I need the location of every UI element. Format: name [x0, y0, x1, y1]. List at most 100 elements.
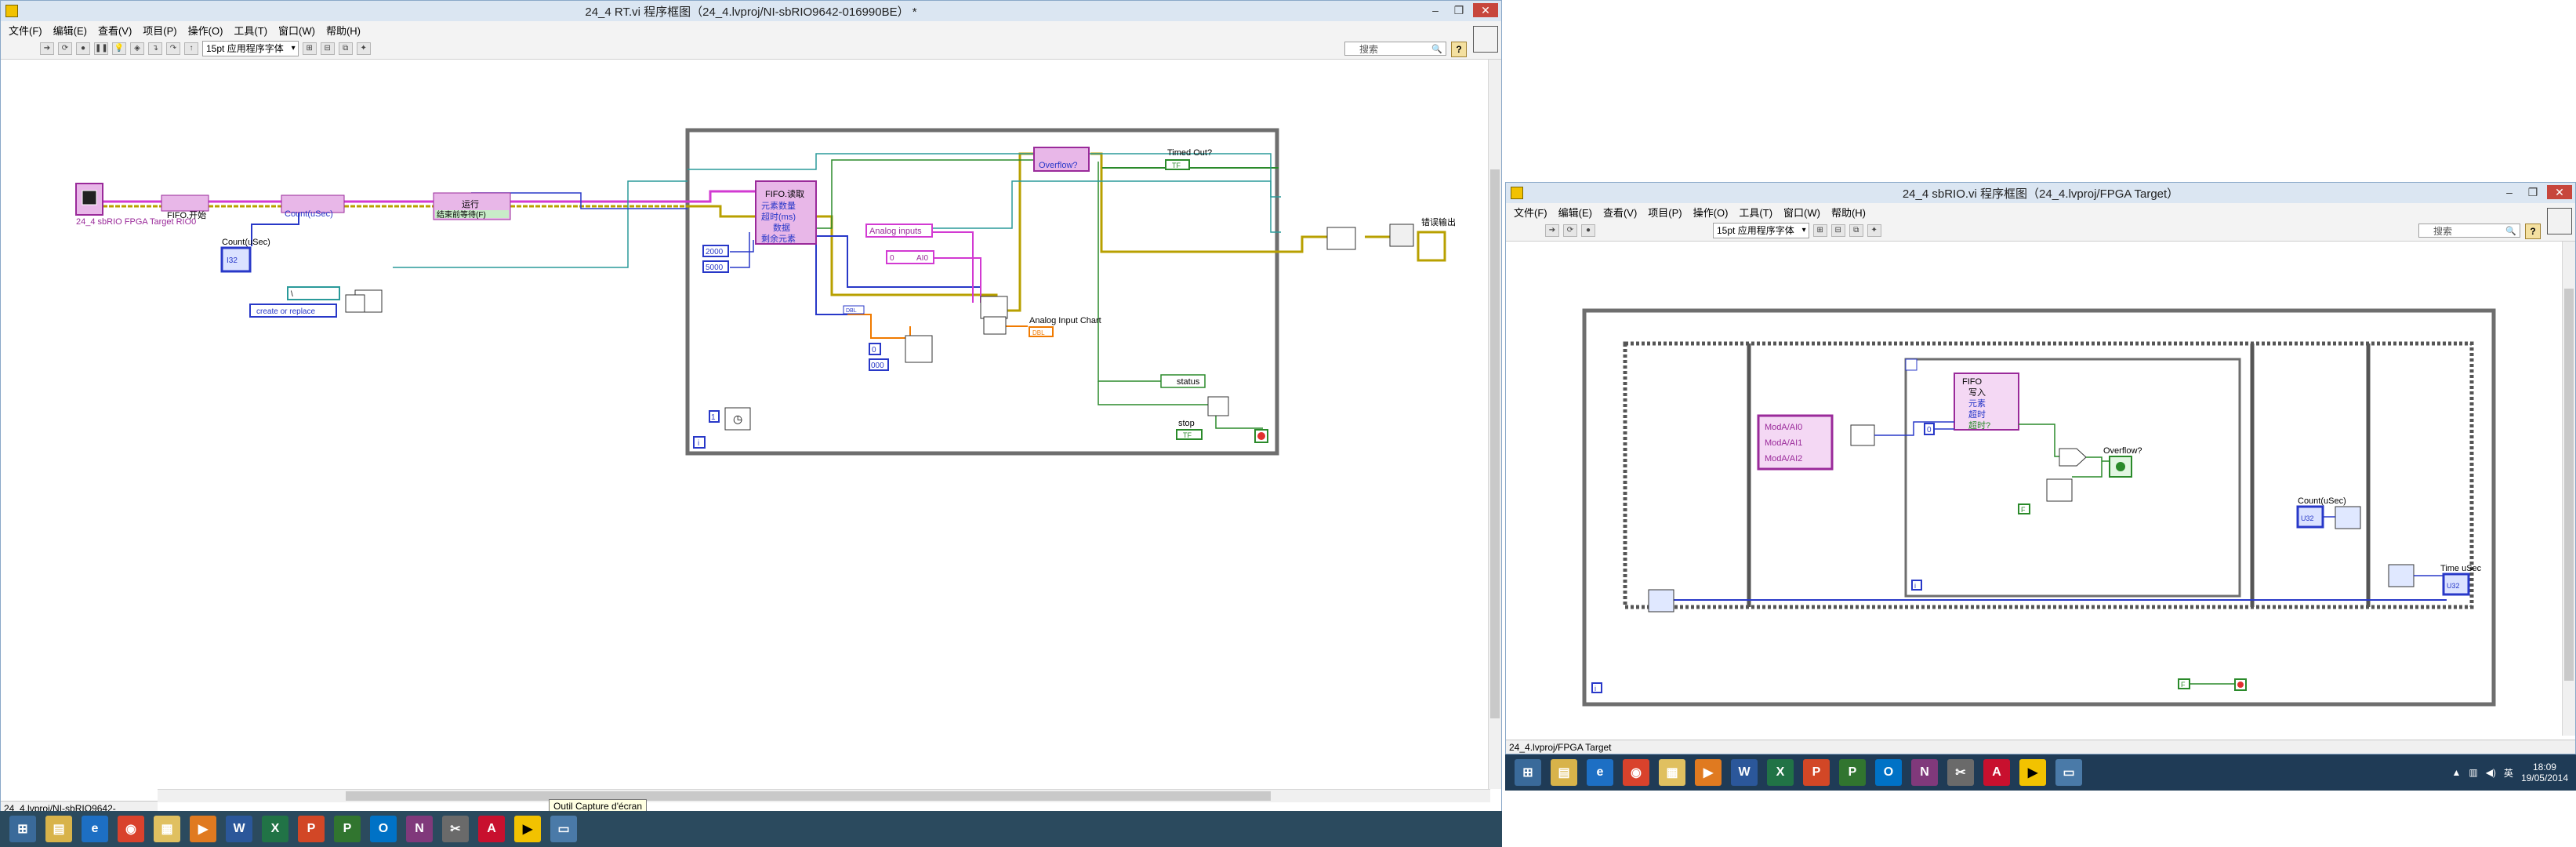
right-vscroll-thumb[interactable]	[2564, 289, 2574, 681]
start-button-icon[interactable]: ⊞	[1515, 759, 1541, 786]
distribute-objects-icon[interactable]: ⊟	[1830, 224, 1845, 237]
left-hscroll-thumb[interactable]	[346, 791, 1271, 801]
pause-icon[interactable]: ❚❚	[94, 42, 108, 55]
system-clock[interactable]: 18:09 19/05/2014	[2521, 762, 2568, 783]
search-input[interactable]: 搜索 🔍	[1344, 42, 1446, 56]
menu-tools[interactable]: 工具(T)	[234, 23, 267, 38]
left-block-diagram-window[interactable]: 24_4 RT.vi 程序框图（24_4.lvproj/NI-sbRIO9642…	[0, 0, 1502, 816]
project-icon[interactable]: P	[334, 816, 361, 842]
step-over-icon[interactable]: ↷	[166, 42, 180, 55]
align-objects-icon[interactable]: ⊞	[1812, 224, 1827, 237]
volume-icon[interactable]: ◀)	[2486, 767, 2496, 778]
align-objects-icon[interactable]: ⊞	[302, 42, 317, 55]
remote-desktop-icon[interactable]: ▭	[550, 816, 577, 842]
word-icon[interactable]: W	[226, 816, 252, 842]
search-icon[interactable]: 🔍	[1431, 42, 1442, 56]
run-continuous-icon[interactable]: ⟳	[1563, 224, 1577, 237]
start-button-icon[interactable]: ⊞	[9, 816, 36, 842]
network-icon[interactable]: ▥	[2469, 767, 2477, 778]
left-vscroll-thumb[interactable]	[1490, 169, 1500, 718]
left-horizontal-scrollbar[interactable]	[158, 789, 1490, 802]
acrobat-icon[interactable]: A	[478, 816, 505, 842]
media-player-icon[interactable]: ▶	[190, 816, 216, 842]
acrobat-icon[interactable]: A	[1983, 759, 2010, 786]
remote-desktop-icon[interactable]: ▭	[2055, 759, 2082, 786]
menu-tools[interactable]: 工具(T)	[1739, 205, 1772, 220]
chrome-icon[interactable]: ◉	[118, 816, 144, 842]
excel-icon[interactable]: X	[1767, 759, 1794, 786]
close-icon[interactable]: ✕	[1473, 3, 1498, 17]
font-select[interactable]: 15pt 应用程序字体	[202, 41, 299, 56]
menu-edit[interactable]: 编辑(E)	[1558, 205, 1592, 220]
chrome-icon[interactable]: ◉	[1623, 759, 1649, 786]
help-icon[interactable]: ?	[1451, 42, 1467, 57]
excel-icon[interactable]: X	[262, 816, 288, 842]
right-block-diagram-window[interactable]: 24_4 sbRIO.vi 程序框图（24_4.lvproj/FPGA Targ…	[1505, 182, 2576, 754]
project-icon[interactable]: P	[1839, 759, 1866, 786]
right-vertical-scrollbar[interactable]	[2562, 242, 2575, 736]
explorer-icon[interactable]: ▦	[154, 816, 180, 842]
snipping-tool-icon[interactable]: ✂	[442, 816, 469, 842]
distribute-objects-icon[interactable]: ⊟	[320, 42, 335, 55]
search-input[interactable]: 搜索 🔍	[2418, 224, 2520, 238]
left-title-bar[interactable]: 24_4 RT.vi 程序框图（24_4.lvproj/NI-sbRIO9642…	[1, 1, 1501, 22]
ie-icon[interactable]: e	[1587, 759, 1613, 786]
ie-icon[interactable]: e	[82, 816, 108, 842]
menu-help[interactable]: 帮助(H)	[1831, 205, 1866, 220]
explorer-icon[interactable]: ▦	[1659, 759, 1685, 786]
media-player-icon[interactable]: ▶	[1695, 759, 1722, 786]
restore-icon[interactable]: ❐	[2523, 185, 2542, 199]
abort-icon[interactable]: ●	[76, 42, 90, 55]
right-title-bar[interactable]: 24_4 sbRIO.vi 程序框图（24_4.lvproj/FPGA Targ…	[1506, 183, 2575, 204]
menu-project[interactable]: 项目(P)	[1648, 205, 1682, 220]
notification-arrow-icon[interactable]: ▲	[2451, 767, 2461, 778]
cleanup-diagram-icon[interactable]: ✦	[1867, 224, 1881, 237]
close-icon[interactable]: ✕	[2547, 185, 2572, 199]
abort-icon[interactable]: ●	[1581, 224, 1595, 237]
highlight-execution-icon[interactable]: 💡	[112, 42, 126, 55]
menu-view[interactable]: 查看(V)	[1603, 205, 1637, 220]
onenote-icon[interactable]: N	[1911, 759, 1938, 786]
onenote-icon[interactable]: N	[406, 816, 433, 842]
menu-operate[interactable]: 操作(O)	[188, 23, 223, 38]
minimize-icon[interactable]: –	[2500, 185, 2519, 199]
chart-dbl: DBL	[1032, 329, 1045, 336]
help-icon[interactable]: ?	[2525, 224, 2541, 239]
menu-file[interactable]: 文件(F)	[9, 23, 42, 38]
step-out-icon[interactable]: ↑	[184, 42, 198, 55]
powerpoint-icon[interactable]: P	[298, 816, 325, 842]
reorder-icon[interactable]: ⧉	[338, 42, 353, 55]
language-indicator[interactable]: 英	[2504, 766, 2513, 780]
run-arrow-icon[interactable]: ➔	[40, 42, 54, 55]
powerpoint-icon[interactable]: P	[1803, 759, 1830, 786]
vi-icon[interactable]	[1473, 26, 1498, 53]
labview-icon[interactable]: ▶	[2019, 759, 2046, 786]
run-arrow-icon[interactable]: ➔	[1545, 224, 1559, 237]
run-continuous-icon[interactable]: ⟳	[58, 42, 72, 55]
vi-icon[interactable]	[2547, 208, 2572, 234]
search-icon[interactable]: 🔍	[2505, 224, 2516, 238]
outlook-icon[interactable]: O	[370, 816, 397, 842]
menu-file[interactable]: 文件(F)	[1514, 205, 1547, 220]
menu-help[interactable]: 帮助(H)	[326, 23, 361, 38]
left-vertical-scrollbar[interactable]	[1488, 60, 1501, 789]
folder-icon[interactable]: ▤	[45, 816, 72, 842]
menu-window[interactable]: 窗口(W)	[1783, 205, 1820, 220]
menu-view[interactable]: 查看(V)	[98, 23, 132, 38]
labview-icon[interactable]: ▶	[514, 816, 541, 842]
font-select[interactable]: 15pt 应用程序字体	[1713, 223, 1809, 238]
menu-operate[interactable]: 操作(O)	[1693, 205, 1729, 220]
minimize-icon[interactable]: –	[1426, 3, 1445, 17]
menu-edit[interactable]: 编辑(E)	[53, 23, 87, 38]
folder-icon[interactable]: ▤	[1551, 759, 1577, 786]
outlook-icon[interactable]: O	[1875, 759, 1902, 786]
retain-wire-values-icon[interactable]: ◈	[130, 42, 144, 55]
reorder-icon[interactable]: ⧉	[1849, 224, 1863, 237]
cleanup-diagram-icon[interactable]: ✦	[356, 42, 371, 55]
menu-project[interactable]: 项目(P)	[143, 23, 176, 38]
menu-window[interactable]: 窗口(W)	[278, 23, 315, 38]
step-into-icon[interactable]: ↴	[148, 42, 162, 55]
snipping-tool-icon[interactable]: ✂	[1947, 759, 1974, 786]
restore-icon[interactable]: ❐	[1449, 3, 1468, 17]
word-icon[interactable]: W	[1731, 759, 1758, 786]
